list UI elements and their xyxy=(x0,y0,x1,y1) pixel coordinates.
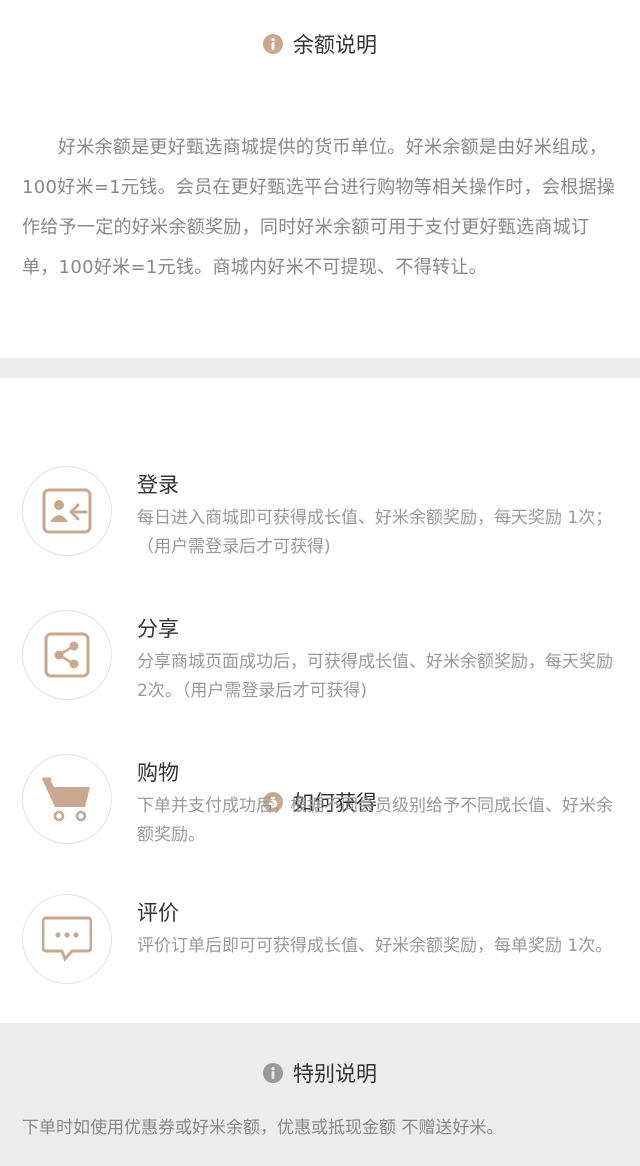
login-icon-circle xyxy=(22,466,112,556)
earn-item-description: 下单并支付成功后，根据不同会员级别给予不同成长值、好米余额奖励。 xyxy=(137,796,613,845)
special-section: 特别说明 下单时如使用优惠券或好米余额，优惠或抵现金额 不赠送好米。 xyxy=(0,1023,640,1166)
special-description: 下单时如使用优惠券或好米余额，优惠或抵现金额 不赠送好米。 xyxy=(22,1118,504,1138)
earn-item-description: 每日进入商城即可获得成长值、好米余额奖励，每天奖励 1次；（用户需登录后才可获得… xyxy=(137,508,613,557)
special-title: 特别说明 xyxy=(293,1062,377,1086)
comment-icon-circle xyxy=(22,894,112,984)
info-icon xyxy=(263,34,283,54)
earn-item-title: 购物 xyxy=(137,761,179,785)
earn-item-title: 分享 xyxy=(137,617,179,641)
earn-item-title: 评价 xyxy=(137,901,179,925)
balance-section: 余额说明 好米余额是更好甄选商城提供的货币单位。好米余额是由好米组成，100好米… xyxy=(0,0,640,358)
info-icon xyxy=(263,1063,283,1083)
cart-icon xyxy=(42,777,90,822)
login-icon xyxy=(42,488,92,534)
balance-header: 余额说明 xyxy=(0,32,640,57)
special-header: 特别说明 xyxy=(0,1061,640,1086)
balance-title: 余额说明 xyxy=(293,33,377,57)
cart-icon-circle xyxy=(22,754,112,844)
balance-description: 好米余额是更好甄选商城提供的货币单位。好米余额是由好米组成，100好米=1元钱。… xyxy=(22,137,616,278)
earn-item-title: 登录 xyxy=(137,473,179,497)
share-icon xyxy=(44,632,90,678)
share-icon-circle xyxy=(22,610,112,700)
earn-section: $ 如何获得 登录 每日进入商城即可获得成长值、好米余额奖励，每天奖励 1次；（… xyxy=(0,378,640,1023)
earn-item-description: 分享商城页面成功后，可获得成长值、好米余额奖励，每天奖励2次。（用户需登录后才可… xyxy=(137,652,613,701)
section-divider xyxy=(0,358,640,378)
earn-item-description: 评价订单后即可可获得成长值、好米余额奖励，每单奖励 1次。 xyxy=(137,936,613,956)
comment-icon xyxy=(42,916,92,962)
